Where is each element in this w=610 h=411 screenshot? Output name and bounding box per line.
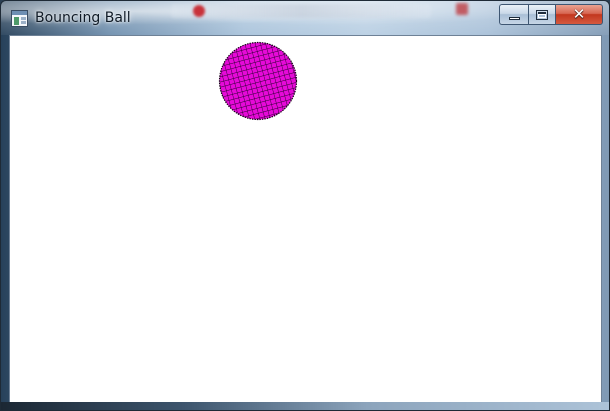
- background-blur-dot: [193, 5, 205, 17]
- maximize-icon: [536, 9, 548, 20]
- background-blur-dot: [456, 3, 468, 15]
- close-icon: ✕: [572, 5, 586, 23]
- bouncing-ball: [218, 41, 298, 121]
- app-icon[interactable]: [11, 10, 28, 27]
- maximize-button[interactable]: [528, 4, 555, 25]
- ball-canvas[interactable]: [9, 35, 602, 404]
- minimize-icon: [508, 16, 520, 20]
- window-title: Bouncing Ball: [35, 10, 131, 26]
- minimize-button[interactable]: [499, 4, 528, 25]
- window-bottom-border: [1, 402, 609, 410]
- caption-buttons: ✕: [499, 4, 603, 25]
- app-window: Bouncing Ball ✕: [0, 0, 610, 411]
- close-button[interactable]: ✕: [555, 4, 603, 25]
- background-window-blur: [171, 4, 431, 18]
